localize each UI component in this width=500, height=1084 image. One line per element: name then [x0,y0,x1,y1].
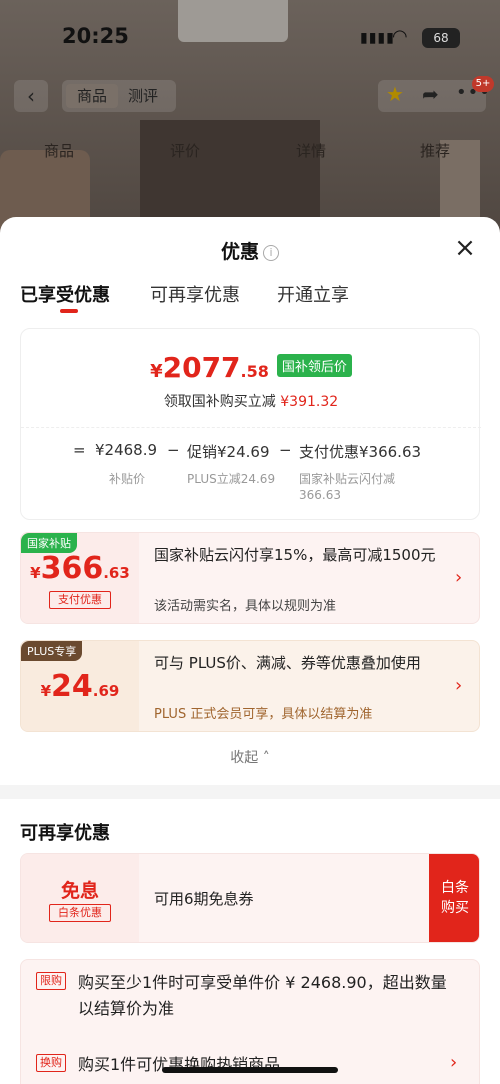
offer-description: 可与 PLUS价、满减、券等优惠叠加使用 [154,654,421,672]
offer-currency: ¥ [30,564,41,582]
section-title-more: 可再享优惠 [20,823,110,844]
nav-tab-goods[interactable]: 商品 [66,84,118,108]
offer-description: 国家补贴云闪付享15%，最高可减1500元 [154,546,436,564]
offer-corner-tag: 国家补贴 [21,533,77,553]
subtab-recommend[interactable]: 推荐 [420,140,450,161]
offer-currency: ¥ [40,682,52,700]
offer-amount-panel: 国家补贴 ¥366.63 支付优惠 [21,533,139,623]
status-bar: 20:25 ▮▮▮▮ ◠ 68 [0,24,500,52]
discount-sheet: 优惠 i × 已享受优惠 可再享优惠 开通立享 ¥2077.58 国补领后价 领取国… [0,217,500,1084]
home-indicator [162,1067,338,1073]
equals-sign: = [73,441,86,459]
offer-card-plus[interactable]: PLUS专享 ¥24.69 可与 PLUS价、满减、券等优惠叠加使用 PLUS … [20,640,480,732]
offer-card-national-subsidy[interactable]: 国家补贴 ¥366.63 支付优惠 国家补贴云闪付享15%，最高可减1500元 … [20,532,480,624]
offer-amount: ¥24.69 [21,669,139,704]
rules-card: 限购 购买至少1件时可享受单件价 ¥ 2468.90，超出数量以结算价为准 换购… [20,959,480,1084]
caption-payment-amount: 366.63 [299,488,341,502]
caption-subsidy-price: 补贴价 [109,472,146,486]
close-icon[interactable]: × [452,235,478,261]
share-icon[interactable]: ➦ [422,82,439,106]
cellular-signal-icon: ▮▮▮▮ [360,30,395,46]
price-breakdown: = ¥2468.9 − 促销¥24.69 − 支付优惠¥366.63 [21,441,481,461]
price-currency: ¥ [150,361,163,382]
wifi-icon: ◠ [392,26,408,47]
chevron-right-icon: › [455,567,463,588]
minus-sign: − [279,441,292,459]
caption-payment: 国家补贴云闪付减 [299,472,396,486]
status-time: 20:25 [62,24,129,48]
price-summary-card: ¥2077.58 国补领后价 领取国补购买立减 ¥391.32 = ¥2468.9… [20,328,481,520]
offer-amount-dec: .63 [103,564,130,582]
battery-indicator: 68 [422,28,460,48]
nav-actions: ★ ➦ ••• [378,80,490,112]
chevron-left-icon: ‹ [27,84,35,108]
baitiao-description: 可用6期免息券 [154,890,254,908]
detail-subtabs: 商品 评价 详情 推荐 [0,140,500,160]
nav-tab-review[interactable]: 测评 [128,84,158,108]
sheet-title-text: 优惠 [220,241,259,263]
background-page: 20:25 ▮▮▮▮ ◠ 68 ‹ 商品 测评 ★ ➦ ••• 5+ 商品 评价… [0,0,500,240]
sheet-title: 优惠 i [0,237,500,264]
collapse-label: 收起 [230,750,259,766]
subsidy-amount: ¥391.32 [280,394,339,410]
subsidy-price-tag: 国补领后价 [276,354,352,377]
subsidy-label: 领取国补购买立减 [163,394,276,410]
subtab-goods[interactable]: 商品 [44,140,74,161]
offer-type-tag: 支付优惠 [49,591,111,609]
baitiao-buy-button[interactable]: 白条购买 [429,854,479,942]
product-nav-bar: ‹ 商品 测评 ★ ➦ ••• 5+ [0,76,500,112]
baitiao-type-tag: 白条优惠 [49,904,111,922]
rule-tag: 限购 [36,972,66,990]
baitiao-offer-card[interactable]: 免息 白条优惠 可用6期免息券 白条购买 [20,853,480,943]
offer-amount-panel: PLUS专享 ¥24.69 [21,641,139,731]
subsidy-line: 领取国补购买立减 ¥391.32 [21,391,481,411]
baitiao-panel: 免息 白条优惠 [21,854,139,942]
breakdown-payment: 支付优惠¥366.63 [299,443,422,461]
rule-tag: 换购 [36,1054,66,1072]
chevron-right-icon: › [455,675,463,696]
back-button[interactable]: ‹ [14,80,48,112]
interest-free-label: 免息 [60,880,99,902]
offer-amount-int: 24 [51,669,93,704]
final-price: ¥2077.58 国补领后价 [21,351,481,384]
chevron-up-icon: ˄ [262,750,270,766]
message-badge: 5+ [472,76,494,92]
section-gap [0,785,500,799]
minus-sign: − [167,441,180,459]
baitiao-buy-label: 白条购买 [441,880,469,916]
rule-text: 购买1件可优惠换购热销商品 [78,1055,281,1074]
price-decimal: .58 [240,362,269,381]
subtab-review[interactable]: 评价 [170,140,200,161]
breakdown-base-price: ¥2468.9 [95,441,158,459]
tab-more[interactable]: 可再享优惠 [150,281,240,307]
tab-enjoyed[interactable]: 已享受优惠 [20,281,110,307]
offer-amount: ¥366.63 [21,551,139,586]
offer-amount-dec: .69 [92,682,120,700]
breakdown-promo: 促销¥24.69 [187,443,270,461]
offer-amount-int: 366 [40,551,104,586]
collapse-button[interactable]: 收起 ˄ [0,747,500,767]
tab-activate[interactable]: 开通立享 [277,281,349,307]
price-integer: 2077 [162,351,241,384]
chevron-right-icon: › [450,1052,458,1073]
subtab-detail[interactable]: 详情 [296,140,326,161]
info-icon[interactable]: i [263,245,279,261]
offer-note: PLUS 正式会员可享，具体以结算为准 [154,707,373,722]
rule-text: 购买至少1件时可享受单件价 ¥ 2468.90，超出数量以结算价为准 [78,973,447,1018]
favorite-star-icon[interactable]: ★ [386,82,404,106]
nav-segment: 商品 测评 [62,80,176,112]
offer-corner-tag: PLUS专享 [21,641,83,661]
caption-plus: PLUS立减24.69 [187,472,276,486]
tab-underline [60,309,78,313]
offer-note: 该活动需实名，具体以规则为准 [154,599,337,614]
divider [21,427,481,428]
